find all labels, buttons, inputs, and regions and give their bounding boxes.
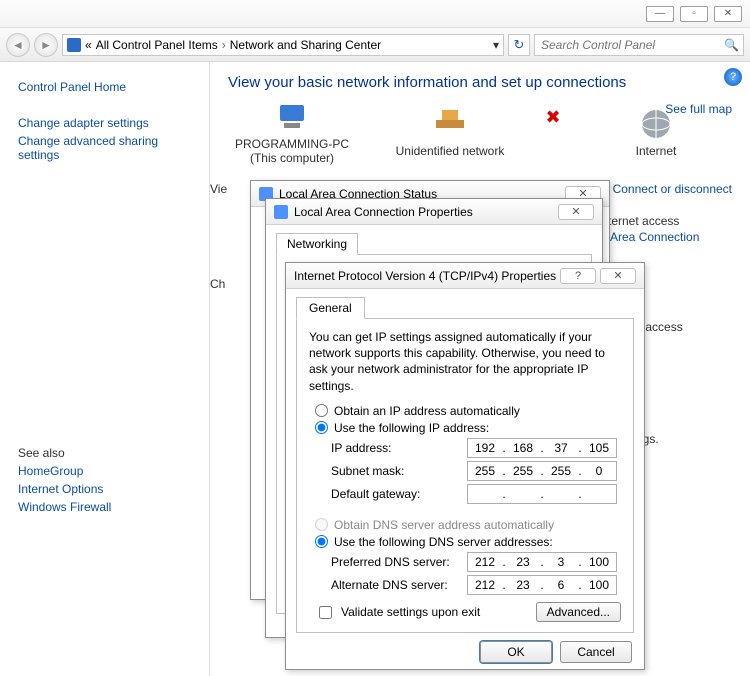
network-icon — [432, 106, 468, 142]
node-label: Internet — [592, 144, 720, 158]
network-node: Unidentified network — [386, 106, 514, 158]
dialog-title: Local Area Connection Properties — [294, 205, 473, 219]
ip-address-label: IP address: — [331, 441, 467, 455]
close-button[interactable]: ✕ — [714, 6, 742, 22]
partial-text: Internet access — [598, 214, 679, 228]
dialog-titlebar[interactable]: Local Area Connection Properties ✕ — [266, 199, 602, 225]
search-box[interactable]: 🔍 — [534, 34, 744, 56]
breadcrumb-prefix: « — [85, 38, 92, 52]
alternate-dns-input[interactable]: 212.23.6.100 — [467, 575, 617, 595]
ok-button[interactable]: OK — [480, 641, 552, 663]
maximize-button[interactable]: ▫ — [680, 6, 708, 22]
default-gateway-input[interactable]: ... — [467, 484, 617, 504]
truncated-text: Vie — [210, 182, 227, 196]
preferred-dns-label: Preferred DNS server: — [331, 555, 467, 569]
search-input[interactable] — [539, 37, 724, 53]
breadcrumb-item[interactable]: Network and Sharing Center — [230, 38, 381, 52]
navbar: ◄ ► « All Control Panel Items › Network … — [0, 28, 750, 62]
network-map: PROGRAMMING-PC (This computer) Unidentif… — [228, 99, 732, 165]
see-full-map-link[interactable]: See full map — [665, 102, 732, 116]
breadcrumb-item[interactable]: All Control Panel Items — [96, 38, 218, 52]
node-label: PROGRAMMING-PC — [228, 137, 356, 151]
control-panel-icon — [67, 38, 81, 52]
connect-disconnect-link[interactable]: Connect or disconnect — [613, 182, 732, 196]
advanced-button[interactable]: Advanced... — [536, 602, 621, 622]
refresh-button[interactable]: ↻ — [508, 34, 530, 56]
dialog-title: Internet Protocol Version 4 (TCP/IPv4) P… — [294, 269, 556, 283]
alternate-dns-label: Alternate DNS server: — [331, 578, 467, 592]
cancel-button[interactable]: Cancel — [560, 641, 632, 663]
breadcrumb[interactable]: « All Control Panel Items › Network and … — [62, 34, 504, 56]
tab-general[interactable]: General — [296, 297, 365, 319]
ip-address-input[interactable]: 192.168.37.105 — [467, 438, 617, 458]
dialog-titlebar[interactable]: Internet Protocol Version 4 (TCP/IPv4) P… — [286, 263, 644, 289]
truncated-text: Ch — [210, 277, 225, 291]
sidebar: Control Panel Home Change adapter settin… — [0, 62, 210, 676]
page-title: View your basic network information and … — [228, 74, 732, 91]
help-icon[interactable]: ? — [724, 68, 742, 86]
subnet-mask-label: Subnet mask: — [331, 464, 467, 478]
use-dns-radio[interactable]: Use the following DNS server addresses: — [315, 535, 621, 549]
use-ip-radio[interactable]: Use the following IP address: — [315, 421, 621, 435]
default-gateway-label: Default gateway: — [331, 487, 467, 501]
see-also-heading: See also — [18, 446, 191, 460]
windows-firewall-link[interactable]: Windows Firewall — [18, 500, 191, 514]
obtain-ip-auto-radio[interactable]: Obtain an IP address automatically — [315, 404, 621, 418]
tab-panel: You can get IP settings assigned automat… — [296, 318, 634, 633]
tab-networking[interactable]: Networking — [276, 233, 358, 255]
node-label: Unidentified network — [386, 144, 514, 158]
node-sublabel: (This computer) — [228, 151, 356, 165]
close-icon[interactable]: ✕ — [600, 268, 636, 284]
network-icon — [274, 205, 288, 219]
homegroup-link[interactable]: HomeGroup — [18, 464, 191, 478]
window-titlebar: — ▫ ✕ — [0, 0, 750, 28]
partial-link[interactable]: al Area Connection — [598, 230, 699, 244]
minimize-button[interactable]: — — [646, 6, 674, 22]
computer-icon — [274, 99, 310, 135]
chevron-right-icon: › — [222, 38, 226, 52]
change-adapter-link[interactable]: Change adapter settings — [18, 116, 191, 130]
obtain-dns-auto-radio: Obtain DNS server address automatically — [315, 518, 621, 532]
breadcrumb-dropdown-icon[interactable]: ▾ — [493, 38, 499, 52]
this-computer-node: PROGRAMMING-PC (This computer) — [228, 99, 356, 165]
close-icon[interactable]: ✕ — [558, 204, 594, 220]
subnet-mask-input[interactable]: 255.255.255.0 — [467, 461, 617, 481]
ipv4-properties-dialog: Internet Protocol Version 4 (TCP/IPv4) P… — [285, 262, 645, 670]
change-advanced-link[interactable]: Change advanced sharing settings — [18, 134, 191, 162]
description-text: You can get IP settings assigned automat… — [309, 329, 621, 394]
help-icon[interactable]: ? — [560, 268, 596, 284]
back-button[interactable]: ◄ — [6, 33, 30, 57]
control-panel-home-link[interactable]: Control Panel Home — [18, 80, 191, 94]
forward-button[interactable]: ► — [34, 33, 58, 57]
search-icon[interactable]: 🔍 — [724, 38, 739, 52]
preferred-dns-input[interactable]: 212.23.3.100 — [467, 552, 617, 572]
disconnected-icon: ✖ — [544, 107, 562, 128]
internet-options-link[interactable]: Internet Options — [18, 482, 191, 496]
